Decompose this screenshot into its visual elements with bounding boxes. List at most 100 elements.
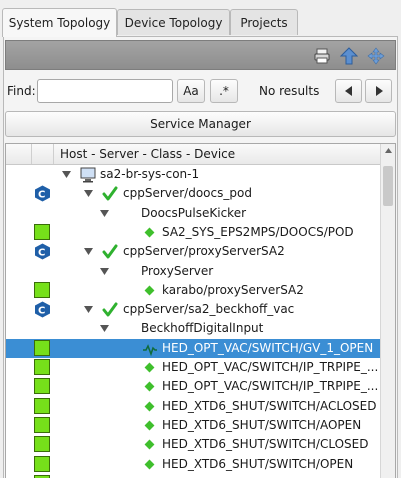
cpp-server-icon: C [35, 243, 50, 260]
find-results: No results [259, 84, 320, 98]
tree-row-device[interactable]: HED_XTD6_SHUT/SWITCH/OPEN [6, 455, 380, 474]
expand-arrow-icon[interactable] [100, 267, 109, 276]
tree-row-device[interactable]: HED_OPT_VAC/SWITCH/GV_1_OPEN [6, 338, 380, 358]
tree-row-label: HED_OPT_VAC/SWITCH/IP_TRPIPE_... [162, 360, 379, 374]
cpp-server-icon: C [35, 301, 50, 318]
expand-arrow-icon[interactable] [84, 189, 93, 198]
tree-row-class[interactable]: DoocsPulseKicker [6, 204, 380, 223]
tree-row-label: karabo/proxyServerSA2 [162, 282, 304, 297]
triangle-right-icon [375, 86, 383, 96]
tab-bar: System Topology Device Topology Projects [0, 0, 401, 37]
device-icon [144, 362, 155, 373]
tree-row-device[interactable]: MID_XTD6_SHUT/SWITCH/ACLOSED [6, 474, 380, 478]
tree-row-label: HED_XTD6_SHUT/SWITCH/CLOSED [162, 437, 369, 452]
device-icon [144, 420, 155, 431]
tree-row-label: cppServer/doocs_pod [123, 186, 252, 201]
expand-arrow-icon[interactable] [62, 170, 71, 179]
status-ok-icon [34, 223, 50, 240]
checkmark-icon [102, 302, 118, 317]
arrow-up-icon[interactable] [340, 47, 358, 65]
tree-row-class[interactable]: BeckhoffDigitalInput [6, 319, 380, 338]
checkmark-icon [102, 244, 118, 259]
tree-row-label: DoocsPulseKicker [141, 205, 247, 220]
topology-tree[interactable]: Host - Server - Class - Device sa2-br-sy… [5, 143, 396, 478]
move-arrows-icon[interactable] [367, 47, 385, 65]
tree-row-device[interactable]: HED_XTD6_SHUT/SWITCH/AOPEN [6, 416, 380, 435]
header-status-column[interactable] [6, 144, 32, 164]
tree-row-device[interactable]: HED_OPT_VAC/SWITCH/IP_TRPIPE_... [6, 358, 380, 377]
tree-row-class[interactable]: ProxyServer [6, 262, 380, 281]
printer-icon[interactable] [313, 47, 331, 65]
tab-label: Projects [240, 15, 288, 30]
service-manager-button[interactable]: Service Manager [5, 111, 396, 137]
tree-row-label: SA2_SYS_EPS2MPS/DOOCS/POD [162, 224, 354, 239]
find-next-button[interactable] [365, 79, 392, 103]
tree-row-label: sa2-br-sys-con-1 [100, 167, 200, 181]
find-input[interactable] [37, 79, 173, 103]
regex-button[interactable]: .* [210, 79, 238, 103]
cpp-server-icon: C [35, 185, 50, 202]
tree-row-server[interactable]: CcppServer/proxyServerSA2 [6, 242, 380, 261]
tree-row-label: HED_XTD6_SHUT/SWITCH/ACLOSED [162, 398, 377, 413]
tab-device-topology[interactable]: Device Topology [117, 9, 230, 35]
tree-row-label: HED_OPT_VAC/SWITCH/IP_TRPIPE_... [162, 379, 379, 394]
match-case-button[interactable]: Aa [177, 79, 205, 103]
device-icon [144, 401, 155, 412]
expand-arrow-icon[interactable] [84, 305, 93, 314]
checkmark-icon [102, 186, 118, 201]
tab-projects[interactable]: Projects [230, 9, 298, 35]
triangle-left-icon [344, 86, 352, 96]
match-case-label: Aa [183, 84, 199, 98]
device-icon [144, 227, 155, 238]
tree-row-label: ProxyServer [141, 263, 214, 278]
svg-text:C: C [38, 248, 45, 259]
tree-header-label[interactable]: Host - Server - Class - Device [60, 147, 235, 161]
find-bar: Find: Aa .* No results [5, 76, 396, 106]
computer-icon [80, 167, 96, 183]
find-previous-button[interactable] [335, 79, 362, 103]
expand-arrow-icon[interactable] [100, 209, 109, 218]
tree-row-label: cppServer/sa2_beckhoff_vac [123, 302, 295, 317]
tab-label: System Topology [8, 16, 111, 30]
scroll-up-icon[interactable] [381, 144, 396, 158]
tree-row-server[interactable]: CcppServer/doocs_pod [6, 184, 380, 203]
tree-row-label: HED_OPT_VAC/SWITCH/GV_1_OPEN [162, 340, 374, 355]
tree-row-device[interactable]: karabo/proxyServerSA2 [6, 281, 380, 300]
tree-row-server[interactable]: CcppServer/sa2_beckhoff_vac [6, 300, 380, 319]
device-icon [144, 285, 155, 296]
tab-system-topology[interactable]: System Topology [2, 8, 117, 37]
status-ok-icon [34, 281, 50, 298]
regex-label: .* [219, 84, 229, 98]
tree-row-label: HED_XTD6_SHUT/SWITCH/AOPEN [162, 417, 362, 432]
scrollbar-thumb[interactable] [383, 166, 393, 206]
tree-row-device[interactable]: HED_OPT_VAC/SWITCH/IP_TRPIPE_... [6, 377, 380, 396]
device-icon [144, 381, 155, 392]
topology-toolbar [5, 40, 396, 70]
svg-text:C: C [38, 306, 45, 317]
find-label: Find: [7, 84, 36, 98]
device-signal-icon [143, 343, 157, 356]
status-ok-icon [34, 436, 50, 453]
device-icon [144, 439, 155, 450]
vertical-scrollbar[interactable] [380, 144, 395, 478]
status-ok-icon [34, 339, 50, 356]
status-ok-icon [34, 455, 50, 472]
status-ok-icon [34, 378, 50, 395]
tree-row-label: HED_XTD6_SHUT/SWITCH/OPEN [162, 456, 354, 471]
tree-row-label: BeckhoffDigitalInput [141, 321, 264, 336]
device-icon [144, 459, 155, 469]
tab-label: Device Topology [124, 15, 223, 30]
tree-row-device[interactable]: HED_XTD6_SHUT/SWITCH/CLOSED [6, 435, 380, 454]
status-ok-icon [34, 397, 50, 414]
header-icon-column[interactable] [32, 144, 54, 164]
tree-row-host[interactable]: sa2-br-sys-con-1 [6, 165, 380, 184]
status-ok-icon [34, 359, 50, 375]
expand-arrow-icon[interactable] [100, 324, 109, 333]
tree-row-label: cppServer/proxyServerSA2 [123, 244, 285, 259]
expand-arrow-icon[interactable] [84, 247, 93, 256]
service-manager-label: Service Manager [150, 117, 251, 131]
tree-row-device[interactable]: SA2_SYS_EPS2MPS/DOOCS/POD [6, 223, 380, 242]
tree-row-device[interactable]: HED_XTD6_SHUT/SWITCH/ACLOSED [6, 397, 380, 416]
status-ok-icon [34, 416, 50, 433]
svg-text:C: C [38, 190, 45, 201]
